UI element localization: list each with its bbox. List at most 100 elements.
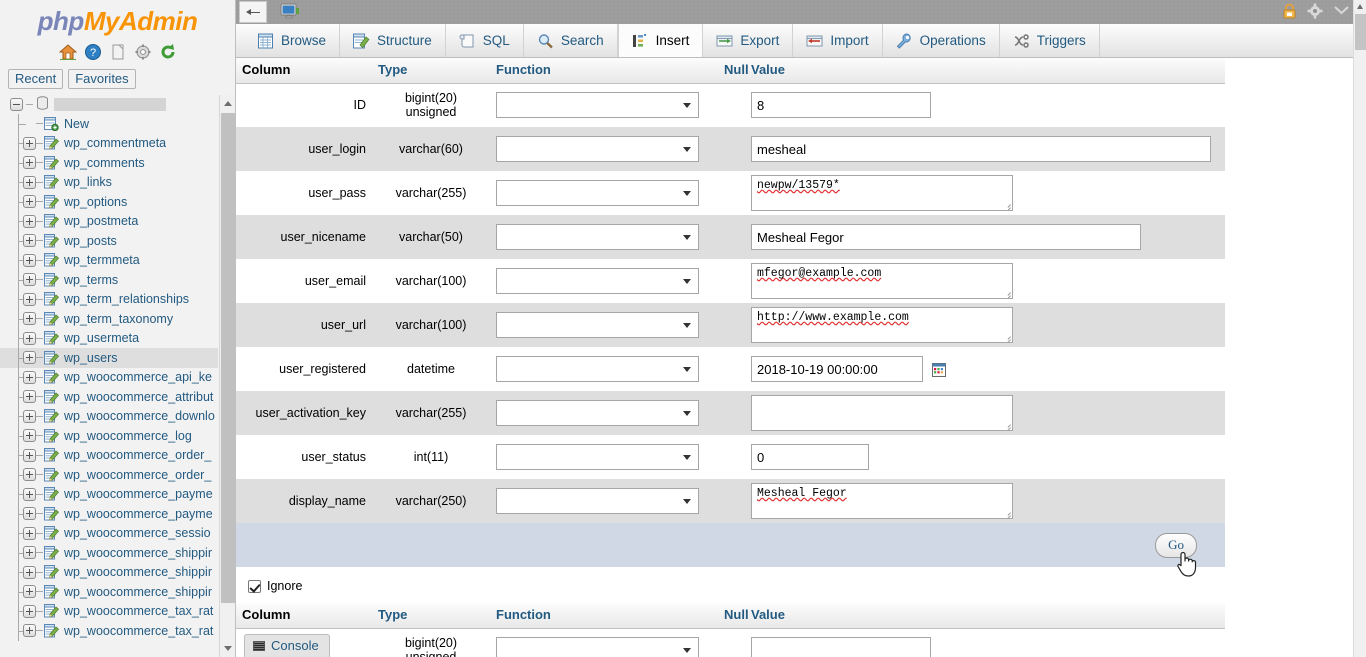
phpmyadmin-logo[interactable]: phpMyAdmin <box>0 0 235 39</box>
tree-item-wp_term_taxonomy[interactable]: wp_term_taxonomy <box>0 309 218 329</box>
expand-icon[interactable] <box>23 312 36 325</box>
function-select-user_registered[interactable] <box>496 356 699 382</box>
console-tab[interactable]: Console <box>244 634 330 657</box>
tree-item-wp_woocommerce_payme[interactable]: wp_woocommerce_payme <box>0 485 218 505</box>
tree-item-wp_terms[interactable]: wp_terms <box>0 270 218 290</box>
tree-item-wp_woocommerce_order_[interactable]: wp_woocommerce_order_ <box>0 465 218 485</box>
expand-icon[interactable] <box>23 488 36 501</box>
lock-icon[interactable] <box>1282 3 1297 19</box>
tree-item-wp_woocommerce_shippir[interactable]: wp_woocommerce_shippir <box>0 582 218 602</box>
tab-browse[interactable]: Browse <box>244 24 340 57</box>
tree-item-wp_woocommerce_log[interactable]: wp_woocommerce_log <box>0 426 218 446</box>
gear-icon[interactable] <box>1307 3 1323 19</box>
tab-structure[interactable]: Structure <box>340 24 446 57</box>
refresh-icon[interactable] <box>159 43 177 61</box>
tree-item-wp_term_relationships[interactable]: wp_term_relationships <box>0 290 218 310</box>
value-textarea-display_name[interactable]: Mesheal Fegor <box>751 483 1013 519</box>
recent-tab[interactable]: Recent <box>8 69 63 89</box>
function-select-display_name[interactable] <box>496 488 699 514</box>
favorites-tab[interactable]: Favorites <box>68 69 135 89</box>
resize-grip[interactable] <box>1002 508 1011 517</box>
function-select-user_status[interactable] <box>496 444 699 470</box>
tree-item-wp_postmeta[interactable]: wp_postmeta <box>0 212 218 232</box>
expand-icon[interactable] <box>23 176 36 189</box>
expand-icon[interactable] <box>23 585 36 598</box>
expand-icon[interactable] <box>23 468 36 481</box>
tree-item-wp_woocommerce_shippir[interactable]: wp_woocommerce_shippir <box>0 563 218 583</box>
tab-sql[interactable]: SQL <box>446 24 524 57</box>
function-select-ID[interactable] <box>496 92 699 118</box>
page-scroll-up-icon[interactable] <box>1357 4 1363 9</box>
docs-icon[interactable] <box>109 43 127 61</box>
function-select-user_email[interactable] <box>496 268 699 294</box>
tree-item-wp_woocommerce_tax_rat[interactable]: wp_woocommerce_tax_rat <box>0 602 218 622</box>
tree-item-wp_woocommerce_payme[interactable]: wp_woocommerce_payme <box>0 504 218 524</box>
resize-grip[interactable] <box>1002 288 1011 297</box>
value-input-user_login[interactable] <box>751 136 1211 162</box>
expand-icon[interactable] <box>23 156 36 169</box>
tree-item-wp_posts[interactable]: wp_posts <box>0 231 218 251</box>
expand-icon[interactable] <box>23 332 36 345</box>
resize-grip[interactable] <box>1002 332 1011 341</box>
tree-item-New[interactable]: New <box>0 114 218 134</box>
collapse-icon[interactable] <box>1333 3 1350 19</box>
database-root-row[interactable] <box>0 95 218 114</box>
calendar-icon[interactable] <box>932 363 946 377</box>
tab-search[interactable]: Search <box>524 24 618 57</box>
tree-item-wp_users[interactable]: wp_users <box>0 348 218 368</box>
function-select-user_activation_key[interactable] <box>496 400 699 426</box>
expand-icon[interactable] <box>23 624 36 637</box>
function-select-user_url[interactable] <box>496 312 699 338</box>
tree-item-wp_options[interactable]: wp_options <box>0 192 218 212</box>
resize-grip[interactable] <box>1002 200 1011 209</box>
help-icon[interactable]: ? <box>84 43 102 61</box>
expand-icon[interactable] <box>23 273 36 286</box>
sidebar-scrollbar[interactable] <box>219 95 236 657</box>
expand-icon[interactable] <box>23 527 36 540</box>
expand-icon[interactable] <box>23 293 36 306</box>
expand-icon[interactable] <box>23 507 36 520</box>
value-input-user_nicename[interactable] <box>751 224 1141 250</box>
function-select-user_login[interactable] <box>496 136 699 162</box>
expand-icon[interactable] <box>23 566 36 579</box>
ignore-checkbox[interactable] <box>248 580 261 593</box>
value-input-user_registered[interactable] <box>751 356 923 382</box>
expand-icon[interactable] <box>23 234 36 247</box>
resize-grip[interactable] <box>1002 420 1011 429</box>
collapse-db-icon[interactable] <box>10 98 23 111</box>
expand-icon[interactable] <box>23 410 36 423</box>
expand-icon[interactable] <box>23 351 36 364</box>
tree-item-wp_comments[interactable]: wp_comments <box>0 153 218 173</box>
tree-item-wp_woocommerce_api_ke[interactable]: wp_woocommerce_api_ke <box>0 368 218 388</box>
value-textarea-user_url[interactable]: http://www.example.com <box>751 307 1013 343</box>
expand-icon[interactable] <box>23 137 36 150</box>
expand-icon[interactable] <box>23 254 36 267</box>
expand-icon[interactable] <box>23 195 36 208</box>
page-scrollbar[interactable] <box>1353 0 1366 657</box>
value-input-user_status[interactable] <box>751 444 869 470</box>
page-scroll-thumb[interactable] <box>1355 14 1366 50</box>
expand-icon[interactable] <box>23 546 36 559</box>
tab-export[interactable]: Export <box>703 24 793 57</box>
tree-item-wp_woocommerce_shippir[interactable]: wp_woocommerce_shippir <box>0 543 218 563</box>
expand-icon[interactable] <box>23 449 36 462</box>
back-button[interactable] <box>239 1 267 23</box>
expand-icon[interactable] <box>23 605 36 618</box>
sidebar-scroll-up-icon[interactable] <box>220 95 236 112</box>
function-select-user_nicename[interactable] <box>496 224 699 250</box>
tab-operations[interactable]: Operations <box>883 24 1000 57</box>
tree-item-wp_commentmeta[interactable]: wp_commentmeta <box>0 134 218 154</box>
tree-item-wp_woocommerce_order_[interactable]: wp_woocommerce_order_ <box>0 446 218 466</box>
server-icon[interactable] <box>280 3 300 21</box>
expand-icon[interactable] <box>23 429 36 442</box>
tree-item-wp_woocommerce_tax_rat[interactable]: wp_woocommerce_tax_rat <box>0 621 218 641</box>
value-textarea-user_pass[interactable]: newpw/13579* <box>751 175 1013 211</box>
expand-icon[interactable] <box>23 390 36 403</box>
value-input-ID[interactable] <box>751 92 931 118</box>
expand-icon[interactable] <box>23 371 36 384</box>
settings-icon[interactable] <box>134 43 152 61</box>
home-icon[interactable] <box>59 43 77 61</box>
tab-insert[interactable]: Insert <box>618 24 704 57</box>
tree-item-wp_usermeta[interactable]: wp_usermeta <box>0 329 218 349</box>
tree-item-wp_termmeta[interactable]: wp_termmeta <box>0 251 218 271</box>
